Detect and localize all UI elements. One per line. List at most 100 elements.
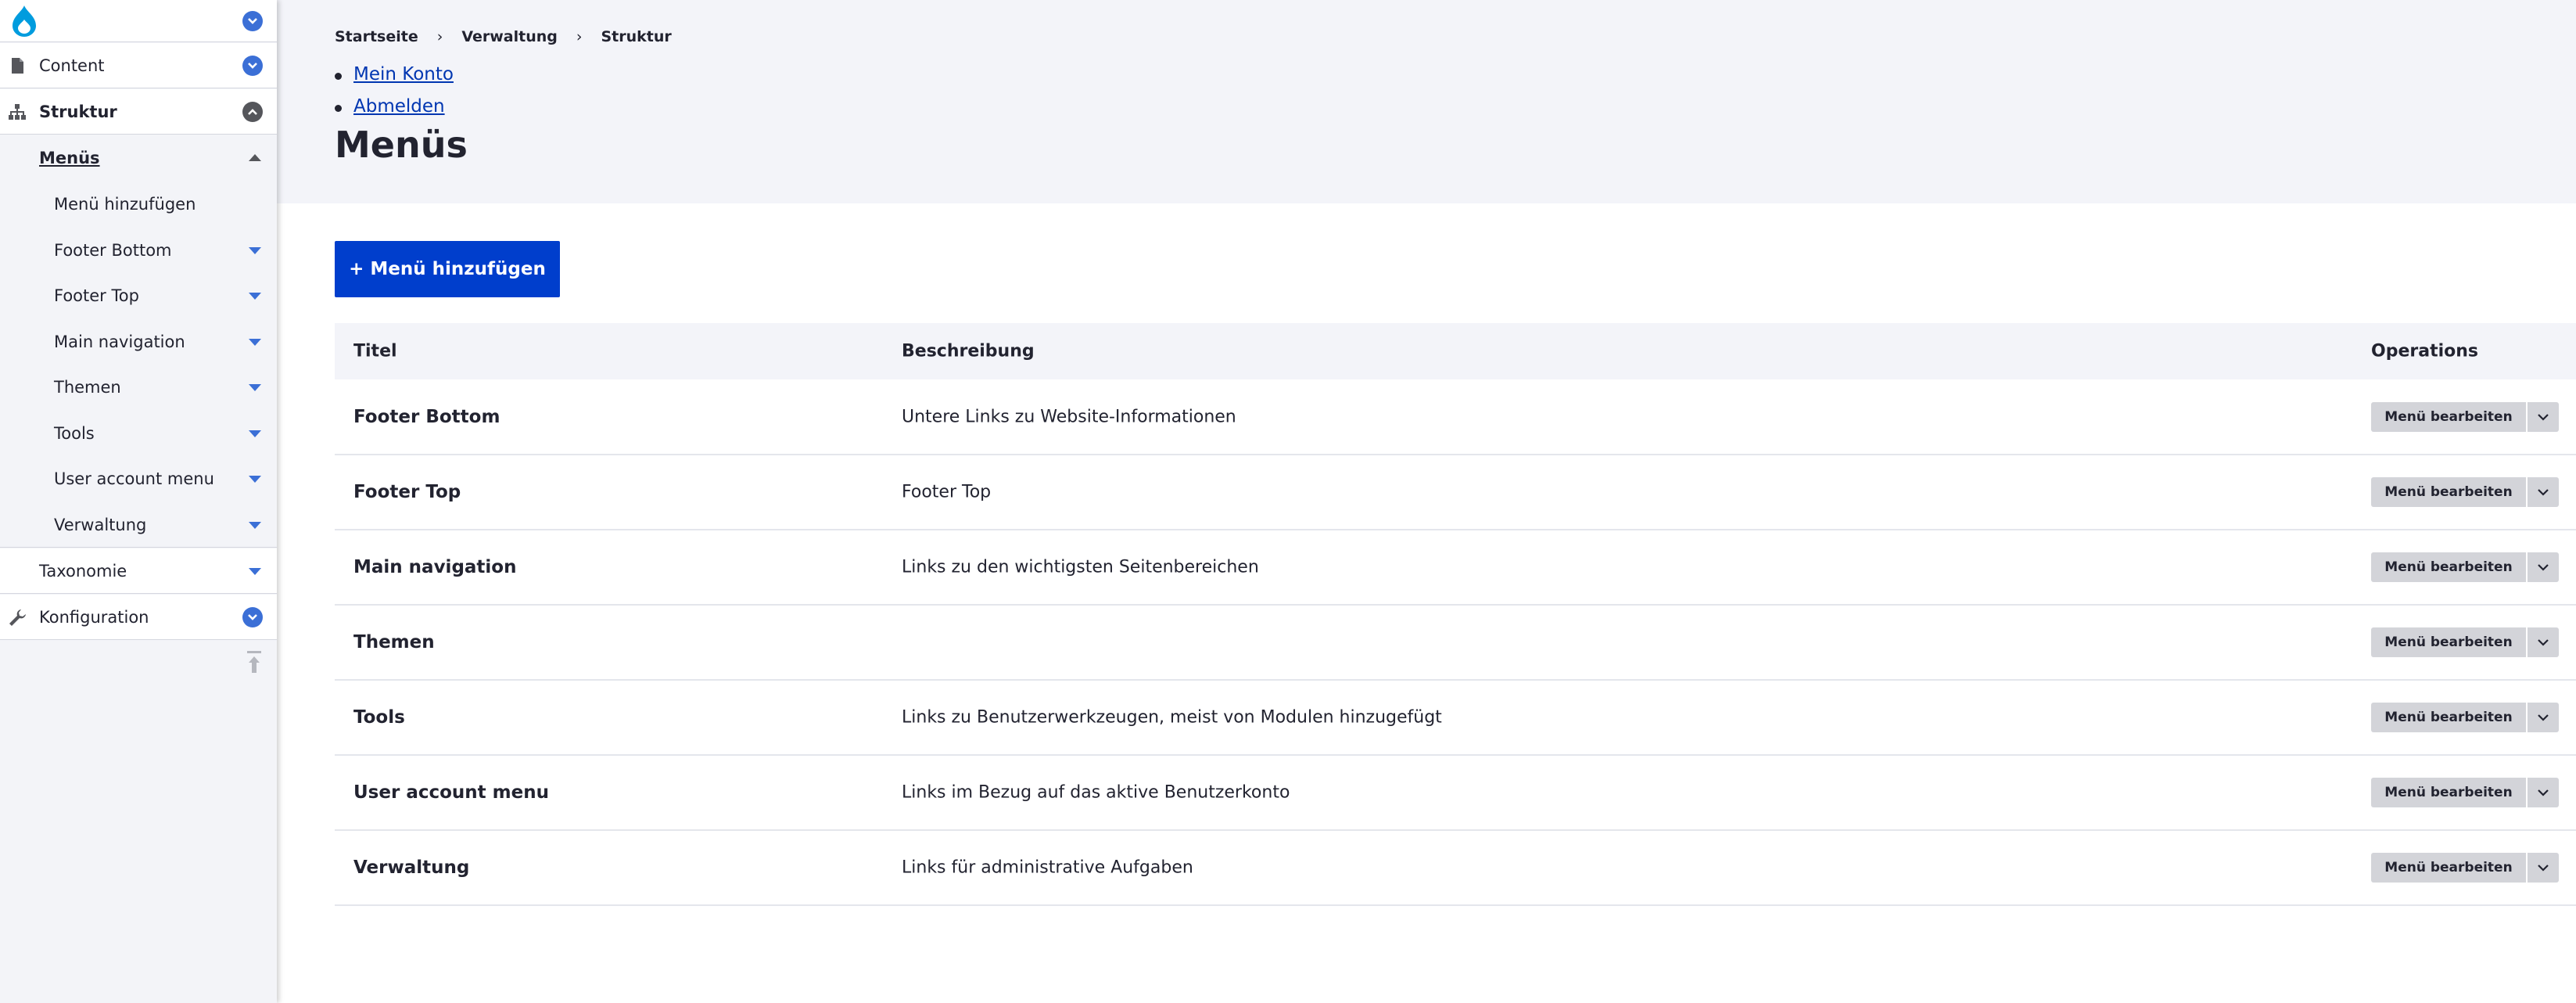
menu-title: Footer Top [353,482,461,502]
breadcrumb-separator: › [436,28,443,45]
sidebar-item-label: Tools [54,424,95,443]
operations-dropbutton: Menü bearbeiten [2371,703,2559,732]
sidebar-item-label: Verwaltung [54,515,147,534]
menu-description: Links im Bezug auf das aktive Benutzerko… [902,782,1290,803]
chevron-down-icon[interactable] [242,10,263,31]
operations-toggle[interactable] [2528,402,2559,432]
chevron-down-icon [2537,787,2549,799]
document-icon [7,56,27,76]
menu-description: Untere Links zu Website-Informationen [902,407,1236,427]
sidebar-item-menu-hinzufuegen[interactable]: Menü hinzufügen [0,182,277,227]
sidebar-item-label: Footer Top [54,286,139,305]
sidebar-item-label: Themen [54,378,121,397]
edit-menu-button[interactable]: Menü bearbeiten [2371,627,2526,657]
sidebar-item-label: Struktur [39,102,117,121]
sidebar-item-label: Main navigation [54,333,185,351]
menu-description: Links zu den wichtigsten Seitenbereichen [902,557,1259,577]
edit-menu-button[interactable]: Menü bearbeiten [2371,477,2526,507]
sidebar-item-konfiguration[interactable]: Konfiguration [0,595,277,640]
table-row: Footer Top Footer Top Menü bearbeiten [335,455,2576,530]
table-row: Footer Bottom Untere Links zu Website-Inf… [335,380,2576,455]
pin-icon[interactable] [246,649,263,676]
breadcrumb-item[interactable]: Startseite [335,28,418,45]
drupal-logo-icon[interactable] [8,4,41,38]
chevron-down-icon[interactable] [242,55,263,76]
column-header-description: Beschreibung [902,341,1035,361]
chevron-down-icon[interactable] [249,247,261,254]
chevron-down-icon[interactable] [242,606,263,627]
edit-menu-button[interactable]: Menü bearbeiten [2371,703,2526,732]
menu-description: Footer Top [902,482,992,502]
chevron-down-icon[interactable] [249,339,261,346]
edit-menu-button[interactable]: Menü bearbeiten [2371,778,2526,807]
sidebar-item-main-navigation[interactable]: Main navigation [0,319,277,365]
chevron-down-icon[interactable] [249,384,261,391]
wrench-icon [7,607,27,627]
table-row: Themen Menü bearbeiten [335,606,2576,681]
operations-dropbutton: Menü bearbeiten [2371,402,2559,432]
table-row: User account menu Links im Bezug auf das … [335,756,2576,831]
sidebar-item-label: User account menu [54,469,214,488]
menu-title: Themen [353,632,435,652]
sitemap-icon [7,102,27,122]
chevron-down-icon[interactable] [249,521,261,529]
breadcrumb: Startseite › Verwaltung › Struktur [335,28,672,45]
chevron-up-icon[interactable] [242,101,263,122]
chevron-down-icon [2537,487,2549,498]
sidebar-item-footer-bottom[interactable]: Footer Bottom [0,228,277,273]
sidebar-item-content[interactable]: Content [0,43,277,88]
operations-toggle[interactable] [2528,778,2559,807]
admin-sidebar: Content Struktur Menüs Menü hinzufügen F [0,0,277,1003]
chevron-down-icon [2537,862,2549,874]
sidebar-item-menus[interactable]: Menüs [0,135,277,181]
menu-title: Tools [353,707,405,728]
table-row: Verwaltung Links für administrative Aufga… [335,831,2576,906]
sidebar-item-label: Menüs [39,149,100,167]
menu-title: Main navigation [353,557,517,577]
breadcrumb-separator: › [576,28,583,45]
user-link-item: Mein Konto [335,64,454,96]
operations-toggle[interactable] [2528,703,2559,732]
chevron-down-icon[interactable] [249,476,261,483]
chevron-down-icon [2537,712,2549,724]
sidebar-item-taxonomie[interactable]: Taxonomie [0,548,277,594]
operations-dropbutton: Menü bearbeiten [2371,477,2559,507]
menu-title: Footer Bottom [353,407,500,427]
sidebar-item-label: Taxonomie [39,561,127,581]
edit-menu-button[interactable]: Menü bearbeiten [2371,402,2526,432]
operations-dropbutton: Menü bearbeiten [2371,627,2559,657]
table-row: Tools Links zu Benutzerwerkzeugen, meist … [335,681,2576,756]
sidebar-item-tools[interactable]: Tools [0,411,277,456]
sidebar-item-label: Content [39,56,105,75]
sidebar-logo-row [0,0,277,42]
menu-title: User account menu [353,782,549,803]
breadcrumb-item[interactable]: Verwaltung [461,28,558,45]
add-menu-button[interactable]: + Menü hinzufügen [335,241,560,297]
page-title: Menüs [335,124,468,166]
sidebar-item-user-account-menu[interactable]: User account menu [0,456,277,501]
operations-toggle[interactable] [2528,477,2559,507]
sidebar-item-footer-top[interactable]: Footer Top [0,273,277,318]
sidebar-item-struktur[interactable]: Struktur [0,89,277,135]
chevron-down-icon [2537,562,2549,573]
sidebar-item-themen[interactable]: Themen [0,365,277,410]
chevron-down-icon[interactable] [249,567,261,575]
operations-toggle[interactable] [2528,853,2559,883]
table-row: Main navigation Links zu den wichtigsten … [335,530,2576,606]
operations-dropbutton: Menü bearbeiten [2371,778,2559,807]
column-header-title: Titel [353,341,397,361]
my-account-link[interactable]: Mein Konto [353,64,454,84]
operations-toggle[interactable] [2528,627,2559,657]
edit-menu-button[interactable]: Menü bearbeiten [2371,853,2526,883]
chevron-down-icon[interactable] [249,430,261,437]
sidebar-item-verwaltung[interactable]: Verwaltung [0,502,277,548]
breadcrumb-item[interactable]: Struktur [601,28,671,45]
page-header: Startseite › Verwaltung › Struktur Mein … [277,0,2576,203]
edit-menu-button[interactable]: Menü bearbeiten [2371,552,2526,582]
chevron-down-icon[interactable] [249,293,261,300]
chevron-up-icon[interactable] [249,154,261,161]
chevron-down-icon [2537,412,2549,423]
logout-link[interactable]: Abmelden [353,96,445,117]
operations-toggle[interactable] [2528,552,2559,582]
chevron-down-icon [2537,637,2549,649]
